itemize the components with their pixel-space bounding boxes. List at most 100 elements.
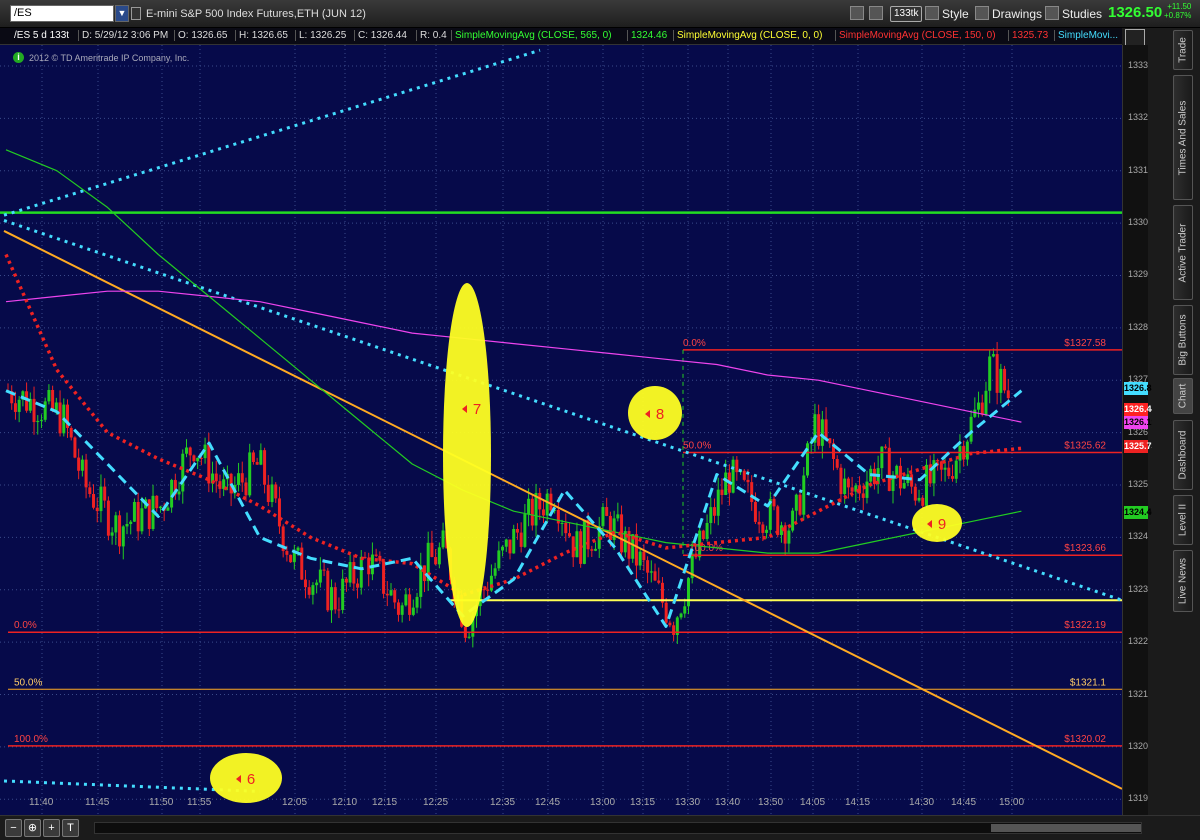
aggregation-badge[interactable]: 133tk	[890, 6, 923, 22]
drawing-tool-icon[interactable]	[1125, 29, 1145, 46]
candle-body	[158, 506, 162, 509]
candle-body	[657, 580, 661, 583]
candle-body	[884, 446, 888, 448]
time-tick: 14:05	[800, 797, 826, 808]
chart-background	[0, 45, 1122, 815]
side-tab-times-and-sales[interactable]: Times And Sales	[1173, 75, 1193, 200]
candle-body	[794, 494, 798, 511]
candle-body	[147, 499, 151, 529]
chart-settings-button[interactable]	[850, 5, 867, 23]
zoom-out-button[interactable]: −	[5, 819, 22, 837]
study-sma-565-value: 1324.46	[627, 30, 667, 41]
fib-level-label: 50.0%	[683, 441, 711, 452]
candle-body	[649, 571, 653, 573]
time-axis[interactable]: 11:40 11:45 11:50 11:55 12:05 12:10 12:15 12:25…	[0, 790, 1122, 815]
side-tab-dashboard[interactable]: Dashboard	[1173, 420, 1193, 490]
candle-body	[590, 549, 594, 551]
candle-body	[140, 508, 144, 532]
candle-body	[114, 515, 118, 533]
study-sma-4[interactable]: SimpleMovi...	[1054, 30, 1118, 41]
candle-body	[594, 548, 598, 551]
fib-level-price: $1321.1	[1070, 677, 1107, 688]
candle-body	[608, 515, 612, 540]
instrument-title: E-mini S&P 500 Index Futures,ETH (JUN 12…	[146, 8, 366, 20]
candle-body	[936, 460, 940, 462]
candle-body	[177, 491, 181, 495]
marker-number: 7	[473, 401, 481, 418]
candle-body	[560, 522, 564, 524]
candle-body	[493, 568, 497, 576]
candle-body	[385, 593, 389, 596]
copyright-notice: i 2012 © TD Ameritrade IP Company, Inc.	[13, 52, 189, 63]
candle-body	[400, 605, 404, 615]
candle-body	[917, 497, 921, 501]
candle-body	[396, 602, 400, 615]
studies-menu[interactable]: Studies	[1045, 5, 1102, 23]
studies-icon	[1045, 6, 1059, 20]
side-tab-active-trader[interactable]: Active Trader	[1173, 205, 1193, 300]
side-tab-level-ii[interactable]: Level II	[1173, 495, 1193, 545]
candle-body	[277, 498, 281, 527]
candle-body	[995, 354, 999, 393]
candle-body	[251, 452, 255, 462]
zoom-in-button[interactable]: +	[43, 819, 60, 837]
study-sma-0[interactable]: SimpleMovingAvg (CLOSE, 0, 0)	[673, 30, 822, 41]
symbol-input[interactable]: /ES	[10, 5, 114, 22]
pencil-icon	[975, 6, 989, 20]
candle-body	[965, 441, 969, 460]
symbol-dropdown-button[interactable]: ▼	[115, 5, 129, 22]
pct-change-value: +0.87%	[1164, 11, 1192, 20]
side-tab-live-news[interactable]: Live News	[1173, 550, 1193, 612]
time-tick: 12:05	[282, 797, 308, 808]
scrollbar-thumb[interactable]	[991, 824, 1141, 832]
study-sma-150[interactable]: SimpleMovingAvg (CLOSE, 150, 0)	[835, 30, 996, 41]
candle-body	[266, 484, 270, 503]
style-menu[interactable]: Style	[925, 5, 969, 23]
candle-body	[616, 514, 620, 519]
crosshair-button[interactable]: ⊕	[24, 819, 41, 837]
fib-level-price: $1322.19	[1064, 620, 1106, 631]
side-tab-label: Big Buttons	[1177, 314, 1189, 366]
candle-body	[571, 536, 575, 558]
candle-body	[214, 473, 218, 482]
candle-body	[441, 530, 445, 548]
price-tick: 1329	[1128, 269, 1149, 280]
price-tick: 1333	[1128, 59, 1149, 70]
period-label[interactable]: /ES 5 d 133t	[14, 30, 69, 41]
price-tick: 1331	[1128, 164, 1149, 175]
time-tick: 12:15	[372, 797, 398, 808]
candle-body	[411, 607, 415, 615]
price-axis[interactable]: 1333 1332 1331 1330 1329 1328 1327 1326 1325 1324…	[1122, 45, 1157, 815]
time-tick: 11:40	[29, 797, 54, 808]
candle-body	[828, 438, 832, 444]
side-tab-big-buttons[interactable]: Big Buttons	[1173, 305, 1193, 375]
price-chart[interactable]: 0.0% $1327.58 50.0% $1325.62 100.0% $1323.66 0…	[0, 45, 1122, 815]
candle-body	[274, 484, 278, 499]
horizontal-scrollbar[interactable]	[94, 822, 1142, 834]
price-tick: 1320	[1128, 740, 1149, 751]
candle-body	[895, 465, 899, 475]
candle-body	[924, 464, 928, 506]
candle-body	[679, 613, 683, 618]
candle-body	[13, 403, 17, 412]
candle-body	[99, 486, 103, 512]
candle-body	[486, 589, 490, 591]
candle-body	[300, 547, 304, 580]
candle-body	[713, 507, 717, 516]
drawings-menu[interactable]: Drawings	[975, 5, 1042, 23]
wrench-button[interactable]	[869, 5, 886, 23]
candle-body	[898, 465, 902, 489]
info-icon[interactable]: i	[13, 52, 24, 63]
fib-level-label: 100.0%	[14, 734, 48, 745]
link-icon[interactable]	[131, 7, 141, 20]
candle-body	[289, 554, 293, 563]
side-tab-trade[interactable]: Trade	[1173, 30, 1193, 70]
price-axis-label: 1326.44	[1124, 402, 1157, 416]
price-axis-label: 1325.73	[1124, 439, 1157, 453]
study-sma-565[interactable]: SimpleMovingAvg (CLOSE, 565, 0)	[451, 30, 612, 41]
side-tab-chart[interactable]: Chart	[1173, 378, 1193, 414]
text-tool-button[interactable]: T	[62, 819, 79, 837]
candle-body	[80, 459, 84, 471]
candle-body	[285, 551, 289, 555]
time-tick: 13:30	[675, 797, 701, 808]
